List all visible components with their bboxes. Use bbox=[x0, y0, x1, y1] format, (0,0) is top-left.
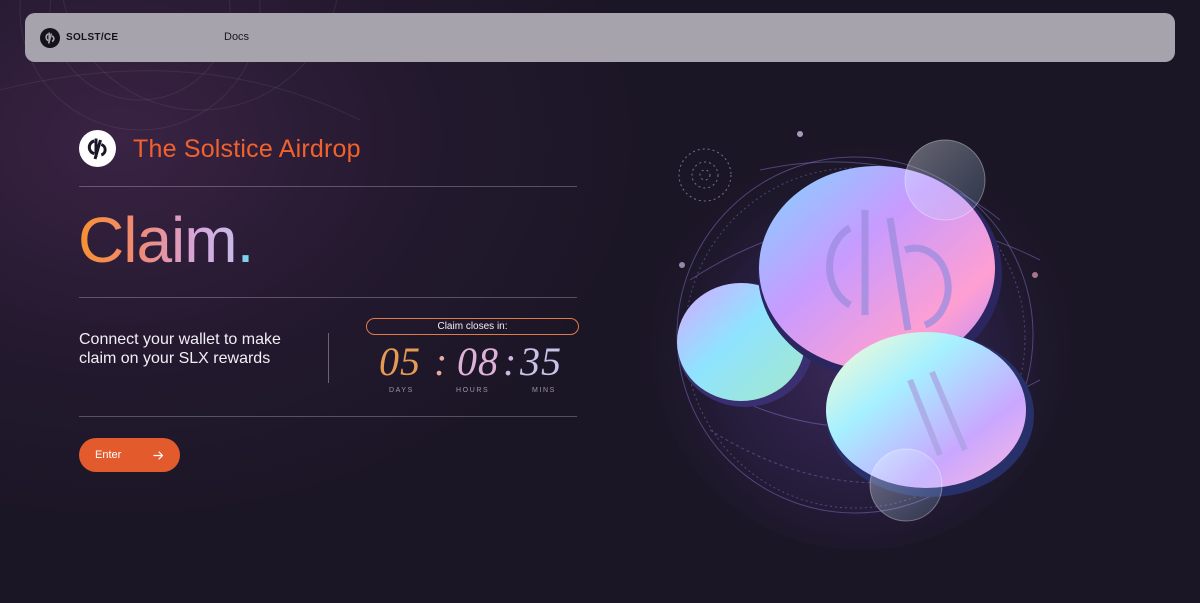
countdown-hours: 08 bbox=[457, 339, 499, 384]
connect-wallet-text: Connect your wallet to make claim on you… bbox=[79, 331, 281, 367]
solstice-logo-icon bbox=[40, 27, 60, 48]
claim-closes-badge: Claim closes in: bbox=[366, 318, 579, 335]
brand-name: SOLST/CE bbox=[66, 32, 119, 43]
countdown-label-mins: MINS bbox=[532, 387, 556, 394]
divider bbox=[79, 297, 577, 298]
claim-heading-text: Claim bbox=[78, 204, 238, 276]
countdown-label-hours: HOURS bbox=[456, 387, 490, 394]
brand[interactable]: SOLST/CE bbox=[40, 27, 119, 48]
countdown-mins: 35 bbox=[520, 339, 562, 384]
arrow-right-icon bbox=[153, 450, 164, 460]
claim-heading-dot: . bbox=[236, 204, 255, 276]
divider bbox=[79, 186, 577, 187]
countdown-days: 05 bbox=[379, 339, 421, 384]
countdown-label-days: DAYS bbox=[389, 387, 414, 394]
solstice-logo-icon bbox=[79, 130, 116, 167]
enter-button[interactable]: Enter bbox=[79, 438, 180, 472]
vertical-divider bbox=[328, 333, 329, 383]
divider bbox=[79, 416, 577, 417]
countdown-separator: : bbox=[503, 339, 518, 384]
claim-heading: Claim. bbox=[78, 200, 255, 280]
navbar: SOLST/CE Docs bbox=[25, 13, 1175, 62]
enter-button-label: Enter bbox=[95, 449, 122, 461]
page-title: The Solstice Airdrop bbox=[133, 135, 361, 163]
coins-orb-illustration bbox=[650, 130, 1070, 550]
nav-link-docs[interactable]: Docs bbox=[224, 31, 249, 43]
countdown-separator: : bbox=[434, 339, 449, 384]
